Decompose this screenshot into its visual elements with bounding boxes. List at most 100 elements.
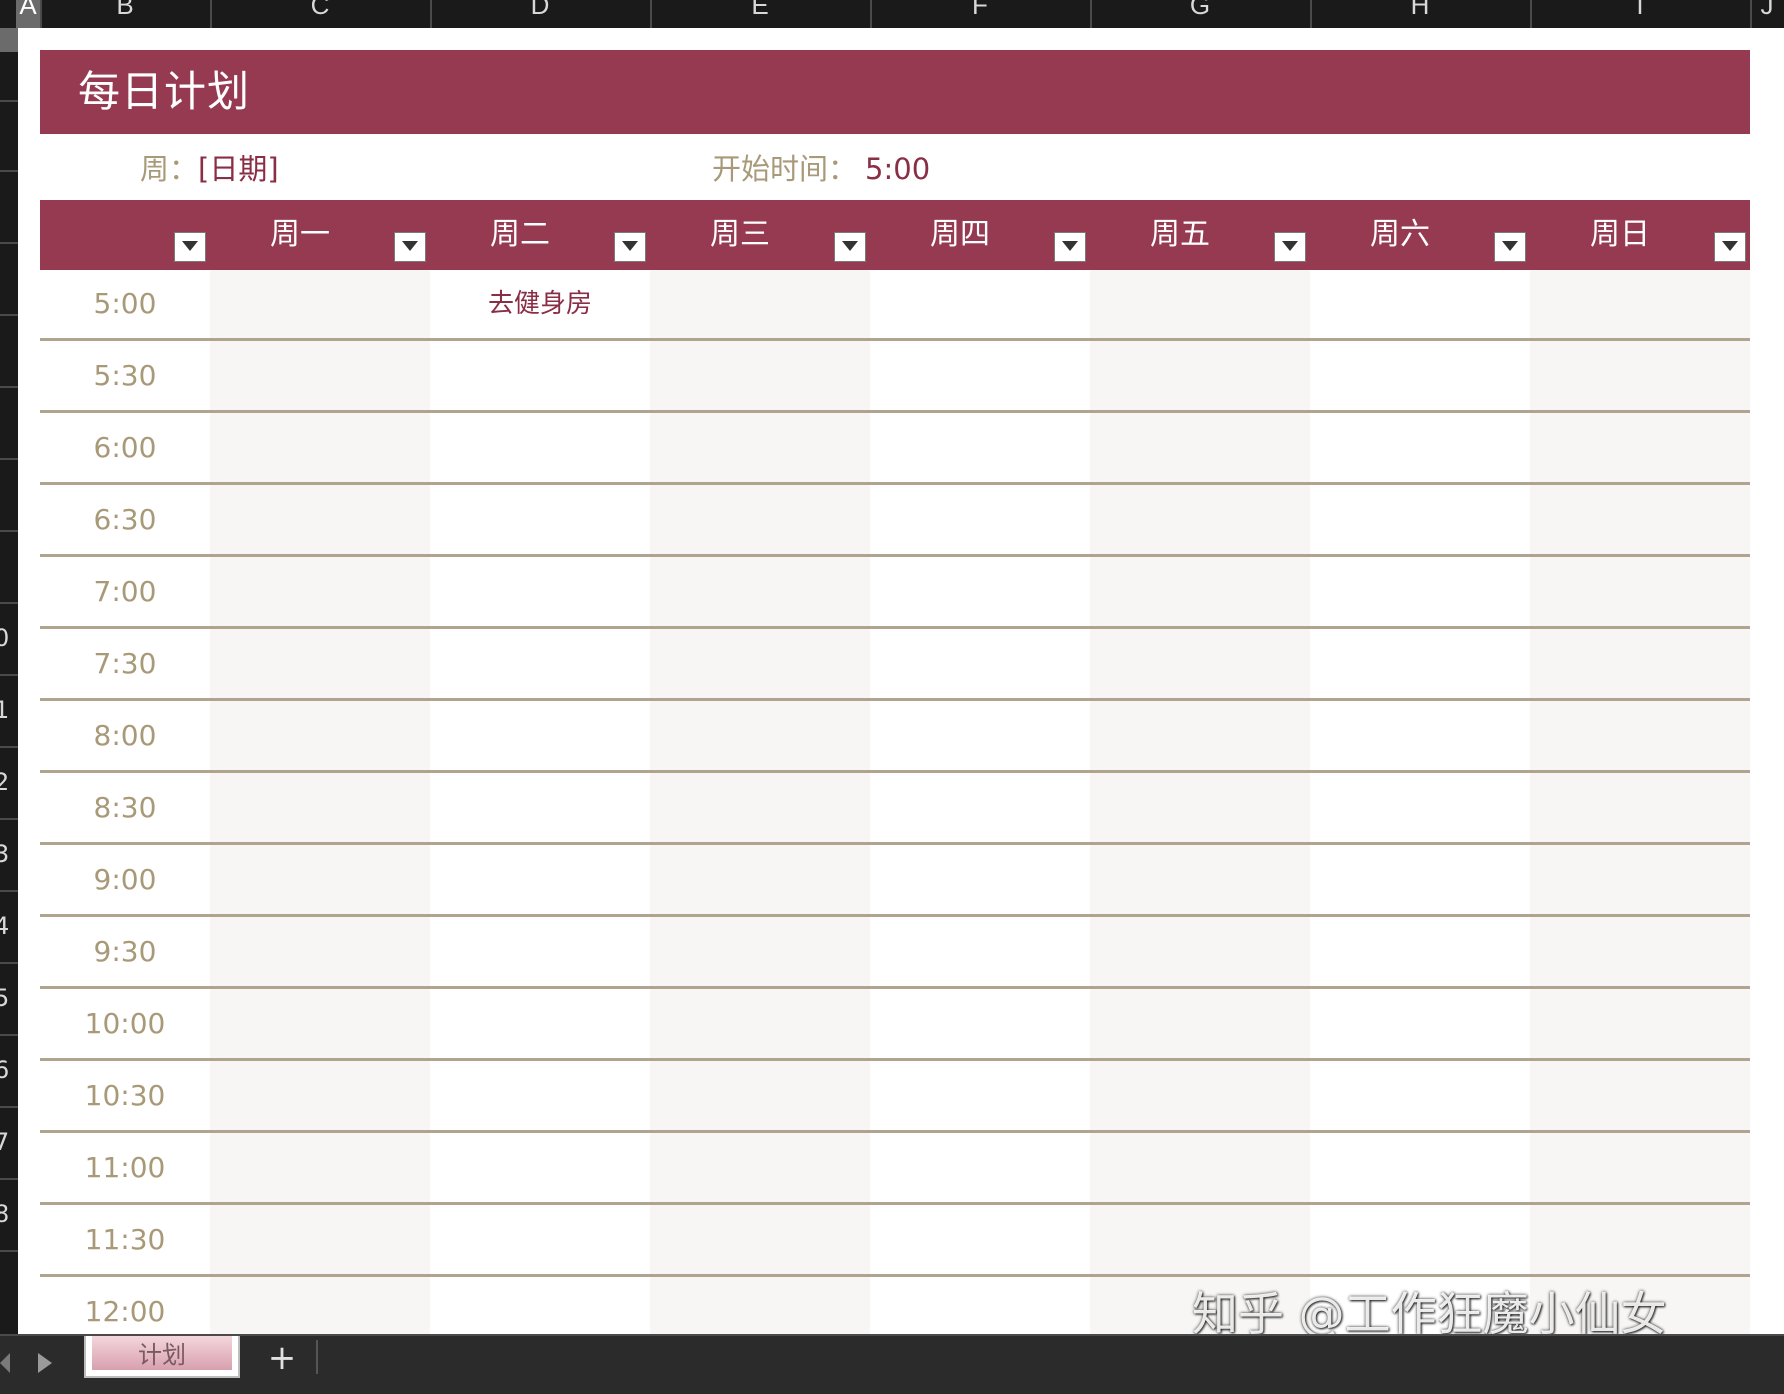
time-slot[interactable]: 11:30 <box>40 1204 210 1276</box>
time-slot[interactable]: 6:00 <box>40 412 210 484</box>
chevron-down-icon <box>842 241 858 251</box>
day-header-thu: 周四 <box>930 217 990 252</box>
week-label: 周： <box>140 152 199 186</box>
row-header[interactable] <box>0 386 18 460</box>
column-header-b[interactable]: B <box>40 0 212 28</box>
time-slot[interactable]: 8:00 <box>40 700 210 772</box>
filter-dropdown-wed[interactable] <box>834 232 866 262</box>
planner-header-row: 周一 周二 周三 周四 周五 周六 周日 <box>40 200 1750 270</box>
filter-dropdown-tue[interactable] <box>614 232 646 262</box>
time-slot[interactable]: 11:00 <box>40 1132 210 1204</box>
row-divider <box>40 338 1750 341</box>
row-divider <box>40 698 1750 701</box>
start-time-label: 开始时间： <box>712 152 858 186</box>
chevron-down-icon <box>1722 241 1738 251</box>
triangle-left-icon[interactable] <box>0 1352 10 1374</box>
add-sheet-button[interactable]: + <box>264 1338 300 1378</box>
week-value[interactable]: [日期] <box>198 152 279 186</box>
row-header[interactable] <box>0 530 18 604</box>
row-divider <box>40 770 1750 773</box>
time-slot[interactable]: 9:30 <box>40 916 210 988</box>
row-header[interactable]: 2 <box>0 746 18 820</box>
row-divider <box>40 1274 1750 1277</box>
chevron-down-icon <box>402 241 418 251</box>
time-slot[interactable]: 5:30 <box>40 340 210 412</box>
shaded-column-monday <box>210 270 430 1334</box>
chevron-down-icon <box>1502 241 1518 251</box>
column-header-e[interactable]: E <box>650 0 872 28</box>
row-divider <box>40 410 1750 413</box>
column-header-h[interactable]: H <box>1310 0 1532 28</box>
column-header-f[interactable]: F <box>870 0 1092 28</box>
sheet-tab-bar: 计划 + <box>0 1334 1784 1394</box>
row-header[interactable] <box>0 242 18 316</box>
start-time-value[interactable]: 5:00 <box>865 152 930 186</box>
sheet-tab-label: 计划 <box>92 1336 232 1370</box>
day-header-wed: 周三 <box>710 217 770 252</box>
filter-dropdown-fri[interactable] <box>1274 232 1306 262</box>
column-header-a[interactable]: A <box>16 0 42 28</box>
column-header-d[interactable]: D <box>430 0 652 28</box>
row-header[interactable]: 0 <box>0 602 18 676</box>
day-header-tue: 周二 <box>490 217 550 252</box>
row-header[interactable] <box>0 458 18 532</box>
planner-entry-cell[interactable]: 去健身房 <box>430 268 650 340</box>
filter-dropdown-sun[interactable] <box>1714 232 1746 262</box>
shaded-column-wednesday <box>650 270 870 1334</box>
row-header[interactable] <box>0 98 18 172</box>
column-header-bar: A B C D E F G H I J <box>0 0 1784 28</box>
filter-dropdown-thu[interactable] <box>1054 232 1086 262</box>
row-divider <box>40 554 1750 557</box>
row-header[interactable]: 7 <box>0 1106 18 1180</box>
row-divider <box>40 1202 1750 1205</box>
filter-dropdown-mon[interactable] <box>394 232 426 262</box>
row-header[interactable] <box>0 314 18 388</box>
time-slot[interactable]: 10:30 <box>40 1060 210 1132</box>
week-info[interactable]: 周：[日期] <box>140 144 279 194</box>
row-header-bar: 0 1 2 3 4 5 6 7 8 <box>0 28 18 1334</box>
chevron-down-icon <box>182 241 198 251</box>
row-divider <box>40 842 1750 845</box>
filter-dropdown-time[interactable] <box>174 232 206 262</box>
column-header-c[interactable]: C <box>210 0 432 28</box>
row-divider <box>40 482 1750 485</box>
time-slot[interactable]: 7:00 <box>40 556 210 628</box>
column-header-i[interactable]: I <box>1530 0 1752 28</box>
row-header[interactable]: 1 <box>0 674 18 748</box>
tab-divider <box>316 1340 318 1374</box>
row-header[interactable]: 6 <box>0 1034 18 1108</box>
chevron-down-icon <box>1282 241 1298 251</box>
row-header[interactable]: 8 <box>0 1178 18 1252</box>
row-header[interactable]: 4 <box>0 890 18 964</box>
day-header-fri: 周五 <box>1150 217 1210 252</box>
sheet-tab-plan[interactable]: 计划 <box>84 1336 240 1378</box>
day-header-sun: 周日 <box>1590 217 1650 252</box>
day-header-mon: 周一 <box>270 217 330 252</box>
row-divider <box>40 1130 1750 1133</box>
row-header[interactable]: 3 <box>0 818 18 892</box>
row-divider <box>40 986 1750 989</box>
row-divider <box>40 914 1750 917</box>
time-slot[interactable]: 5:00 <box>40 268 210 340</box>
row-header[interactable] <box>0 170 18 244</box>
row-header[interactable]: 5 <box>0 962 18 1036</box>
triangle-right-icon[interactable] <box>38 1352 52 1374</box>
time-slot[interactable]: 6:30 <box>40 484 210 556</box>
shaded-column-friday <box>1090 270 1310 1334</box>
row-divider <box>40 1058 1750 1061</box>
time-slot[interactable]: 7:30 <box>40 628 210 700</box>
chevron-down-icon <box>1062 241 1078 251</box>
page-title: 每日计划 <box>78 67 251 116</box>
time-slot[interactable]: 10:00 <box>40 988 210 1060</box>
column-header-j[interactable]: J <box>1750 0 1784 28</box>
row-divider <box>40 626 1750 629</box>
row-header[interactable] <box>0 28 18 102</box>
chevron-down-icon <box>622 241 638 251</box>
start-time-info[interactable]: 开始时间： 5:00 <box>712 144 930 194</box>
column-header-g[interactable]: G <box>1090 0 1312 28</box>
time-slot[interactable]: 9:00 <box>40 844 210 916</box>
time-slot[interactable]: 8:30 <box>40 772 210 844</box>
shaded-column-sunday <box>1530 270 1750 1334</box>
filter-dropdown-sat[interactable] <box>1494 232 1526 262</box>
title-bar[interactable]: 每日计划 <box>40 50 1750 134</box>
